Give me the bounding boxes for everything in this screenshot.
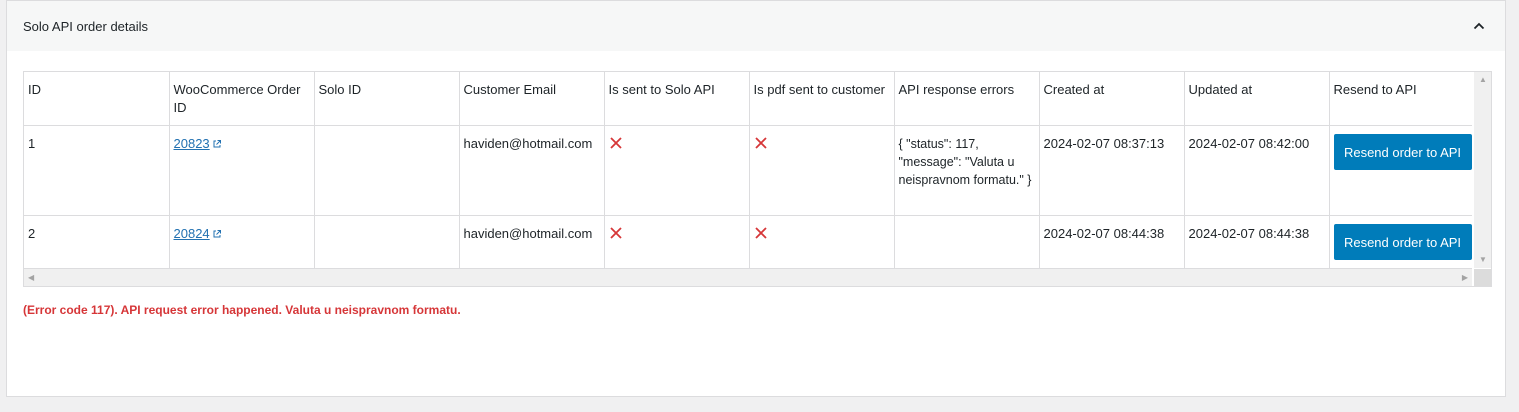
cross-icon bbox=[754, 137, 767, 149]
col-header-updated-at: Updated at bbox=[1184, 72, 1330, 126]
col-header-created-at: Created at bbox=[1039, 72, 1185, 126]
cell-created-at: 2024-02-07 08:44:38 bbox=[1039, 215, 1185, 269]
table-row: 1 20823 haviden@hotmail.com { "status": … bbox=[24, 125, 1472, 216]
order-link[interactable]: 20824 bbox=[174, 226, 210, 241]
cell-woo-order-id: 20824 bbox=[169, 215, 315, 269]
cross-icon bbox=[754, 227, 767, 239]
order-details-panel: Solo API order details ID WooCommerce Or… bbox=[6, 0, 1506, 397]
cross-icon bbox=[609, 227, 622, 239]
table-container: ID WooCommerce Order ID Solo ID Customer… bbox=[23, 71, 1492, 287]
scroll-left-icon[interactable]: ◀ bbox=[28, 274, 34, 282]
table-row: 2 20824 haviden@hotmail.com 2024-02-07 0… bbox=[24, 215, 1472, 269]
col-header-sent-to-api: Is sent to Solo API bbox=[604, 72, 750, 126]
orders-table: ID WooCommerce Order ID Solo ID Customer… bbox=[24, 72, 1472, 269]
cell-resend: Resend order to API bbox=[1329, 125, 1472, 216]
scroll-up-icon[interactable]: ▲ bbox=[1479, 76, 1487, 84]
cell-sent-to-api bbox=[604, 125, 750, 216]
cross-icon bbox=[609, 137, 622, 149]
col-header-solo-id: Solo ID bbox=[314, 72, 460, 126]
order-link[interactable]: 20823 bbox=[174, 136, 210, 151]
cell-email: haviden@hotmail.com bbox=[459, 215, 605, 269]
cell-solo-id bbox=[314, 215, 460, 269]
cell-created-at: 2024-02-07 08:37:13 bbox=[1039, 125, 1185, 216]
col-header-resend: Resend to API bbox=[1329, 72, 1472, 126]
col-header-customer-email: Customer Email bbox=[459, 72, 605, 126]
external-link-icon bbox=[213, 230, 221, 238]
col-header-woo-order-id: WooCommerce Order ID bbox=[169, 72, 315, 126]
panel-title: Solo API order details bbox=[23, 18, 149, 34]
col-header-id: ID bbox=[24, 72, 170, 126]
col-header-api-errors: API response errors bbox=[894, 72, 1040, 126]
api-error-message: (Error code 117). API request error happ… bbox=[23, 303, 461, 317]
cell-pdf-sent bbox=[749, 215, 895, 269]
cell-api-errors: { "status": 117, "message": "Valuta u ne… bbox=[894, 125, 1040, 216]
col-header-pdf-sent: Is pdf sent to customer bbox=[749, 72, 895, 126]
cell-solo-id bbox=[314, 125, 460, 216]
scroll-right-icon[interactable]: ▶ bbox=[1462, 274, 1468, 282]
cell-id: 1 bbox=[24, 125, 170, 216]
cell-woo-order-id: 20823 bbox=[169, 125, 315, 216]
chevron-up-icon bbox=[1473, 22, 1485, 30]
resend-order-button[interactable]: Resend order to API bbox=[1333, 224, 1472, 260]
table-header-row: ID WooCommerce Order ID Solo ID Customer… bbox=[24, 72, 1472, 126]
cell-sent-to-api bbox=[604, 215, 750, 269]
cell-pdf-sent bbox=[749, 125, 895, 216]
external-link-icon bbox=[213, 140, 221, 148]
horizontal-scrollbar[interactable]: ◀ ▶ bbox=[24, 269, 1472, 286]
vertical-scrollbar[interactable]: ▲ ▼ bbox=[1474, 72, 1491, 268]
resend-order-button[interactable]: Resend order to API bbox=[1333, 134, 1472, 170]
scroll-down-icon[interactable]: ▼ bbox=[1479, 256, 1487, 264]
collapse-toggle[interactable] bbox=[1469, 16, 1489, 36]
cell-api-errors bbox=[894, 215, 1040, 269]
scrollbar-corner bbox=[1474, 269, 1491, 286]
cell-resend: Resend order to API bbox=[1329, 215, 1472, 269]
panel-header: Solo API order details bbox=[7, 1, 1505, 51]
cell-email: haviden@hotmail.com bbox=[459, 125, 605, 216]
cell-updated-at: 2024-02-07 08:42:00 bbox=[1184, 125, 1330, 216]
cell-updated-at: 2024-02-07 08:44:38 bbox=[1184, 215, 1330, 269]
cell-id: 2 bbox=[24, 215, 170, 269]
